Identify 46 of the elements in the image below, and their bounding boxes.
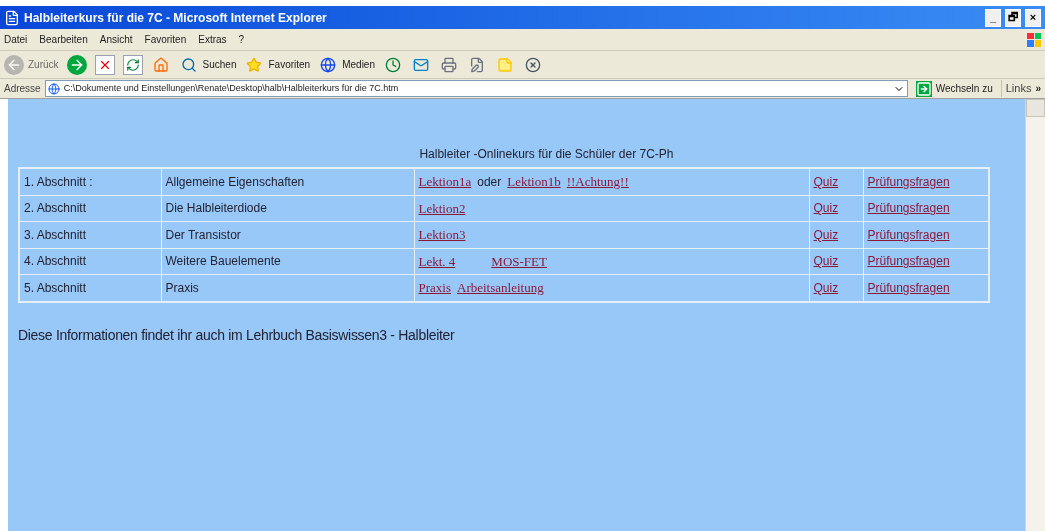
windows-logo-icon — [1027, 32, 1041, 47]
address-field[interactable]: C:\Dokumente und Einstellungen\Renate\Desktop\halb\Halbleiterkurs für die 7C.htm — [44, 80, 908, 97]
table-cell: 4. Abschnitt — [19, 248, 161, 275]
menu-item[interactable]: Extras — [198, 32, 227, 47]
lesson-link[interactable]: Lektion1b — [507, 172, 561, 192]
table-cell: 1. Abschnitt : — [19, 168, 161, 195]
lesson-link[interactable]: Arbeitsanleitung — [457, 278, 544, 298]
toolbar-button[interactable] — [122, 54, 143, 75]
connector-text: oder — [477, 174, 502, 191]
lesson-link[interactable]: MOS-FET — [491, 251, 547, 271]
go-button[interactable]: Wechseln zu — [911, 80, 997, 97]
toolbar-button[interactable]: Suchen — [178, 54, 237, 75]
table-cell: Der Transistor — [161, 221, 414, 248]
info-note: Diese Informationen findet ihr auch im Lehrbuch Basiswissen3 - Halbleiter — [18, 325, 456, 345]
links-button[interactable]: Links — [1000, 80, 1032, 97]
toolbar-button[interactable]: Medien — [318, 54, 375, 75]
lesson-link[interactable]: Lekt. 4 — [418, 251, 456, 271]
address-label: Adresse — [4, 82, 41, 96]
lesson-link[interactable]: Praxis — [418, 278, 451, 298]
menu-item[interactable]: ? — [238, 32, 245, 47]
table-cell: Die Halbleiterdiode — [161, 195, 414, 222]
table-cell: 3. Abschnitt — [19, 221, 161, 248]
toolbar-button[interactable]: Favoriten — [244, 54, 311, 75]
restore-button[interactable]: 🗗 — [1005, 8, 1021, 27]
table-cell: Weitere Bauelemente — [161, 248, 414, 275]
scrollbar[interactable] — [1025, 99, 1045, 531]
close-button[interactable]: × — [1025, 8, 1041, 27]
menu-item[interactable]: Favoriten — [144, 32, 187, 47]
page-heading: Halbleiter -Onlinekurs für die Schüler der 7C-Ph — [418, 146, 675, 163]
window-title: Halbleiterkurs für die 7C - Microsoft Internet Explorer — [24, 9, 328, 27]
toolbar-button[interactable] — [66, 54, 87, 75]
lesson-link[interactable]: Lektion1a — [418, 172, 472, 192]
menu-item[interactable]: Datei — [4, 32, 28, 47]
menu-item[interactable]: Bearbeiten — [39, 32, 88, 47]
table-cell: Allgemeine Eigenschaften — [161, 168, 414, 195]
stop-icon — [94, 54, 115, 75]
toolbar-button[interactable] — [94, 54, 115, 75]
go-arrow-icon — [915, 80, 932, 97]
menu-item[interactable]: Ansicht — [99, 32, 133, 47]
lesson-link[interactable]: !!Achtung!! — [566, 172, 629, 192]
lesson-link[interactable]: Lektion3 — [418, 225, 466, 245]
lesson-link[interactable]: Lektion2 — [418, 198, 466, 218]
refresh-icon — [122, 54, 143, 75]
minimize-button[interactable]: _ — [985, 8, 1001, 27]
more-icon[interactable]: » — [1035, 81, 1041, 96]
table-cell: 2. Abschnitt — [19, 195, 161, 222]
